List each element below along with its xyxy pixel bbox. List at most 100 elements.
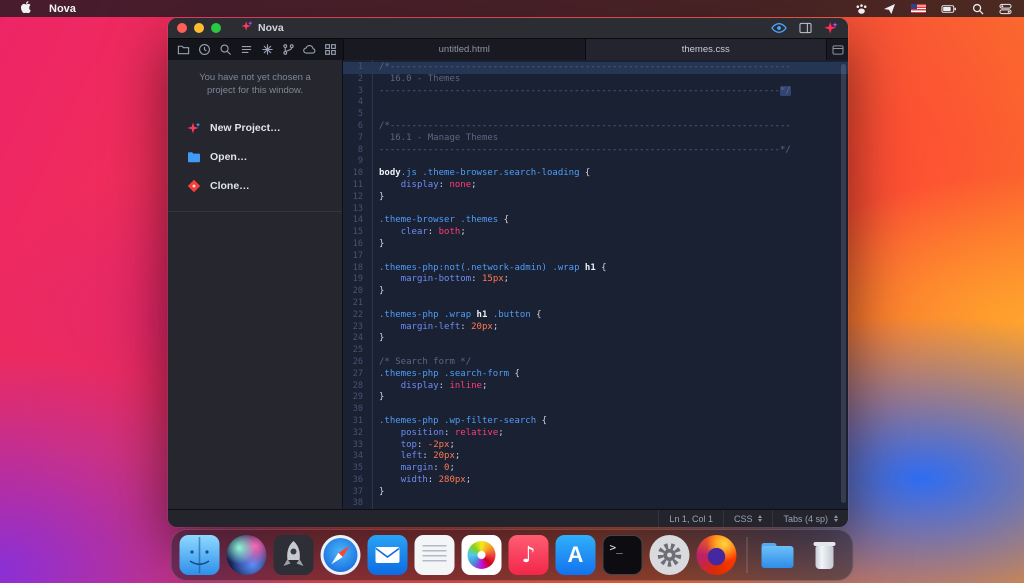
new-project-button[interactable]: New Project… — [168, 114, 342, 143]
dock-icon-siri[interactable] — [227, 535, 267, 575]
code-line[interactable]: 14 .theme-browser .themes { — [343, 215, 848, 227]
code-line[interactable]: 5 — [343, 109, 848, 121]
remote-icon[interactable] — [303, 43, 316, 56]
code-line[interactable]: 10 body.js .theme-browser.search-loading… — [343, 168, 848, 180]
dock-icon-music[interactable]: ♪ — [509, 535, 549, 575]
dock-icon-system-preferences[interactable] — [650, 535, 690, 575]
menu-item[interactable] — [247, 0, 265, 17]
clone-button[interactable]: Clone… — [168, 172, 342, 201]
dock-icon-terminal[interactable]: >_ — [603, 535, 643, 575]
menu-item[interactable] — [139, 0, 157, 17]
dock-icon-trash[interactable] — [805, 535, 845, 575]
files-icon[interactable] — [177, 43, 190, 56]
code-editor[interactable]: 1 /*------------------------------------… — [343, 60, 848, 509]
code-line[interactable]: 26 /* Search form */ — [343, 357, 848, 369]
code-line[interactable]: 27 .themes-php .search-form { — [343, 369, 848, 381]
reports-icon[interactable] — [240, 43, 253, 56]
panel-toggle-icon[interactable] — [799, 22, 812, 34]
code-line[interactable]: 17 — [343, 251, 848, 263]
dock-icon-app-store[interactable]: A — [556, 535, 596, 575]
code-line[interactable]: 18 .themes-php:not(.network-admin) .wrap… — [343, 263, 848, 275]
tab-untitled-html[interactable]: untitled.html — [343, 39, 585, 60]
indent-selector[interactable]: Tabs (4 sp) — [772, 510, 848, 527]
tasks-icon[interactable] — [261, 43, 274, 56]
code-line[interactable]: 13 — [343, 204, 848, 216]
menu-item[interactable] — [229, 0, 247, 17]
tab-themes-css[interactable]: themes.css — [585, 39, 827, 60]
code-line[interactable]: 2 16.0 - Themes — [343, 74, 848, 86]
code-line[interactable]: 34 left: 20px; — [343, 451, 848, 463]
code-line[interactable]: 12 } — [343, 192, 848, 204]
code-line[interactable]: 16 } — [343, 239, 848, 251]
menu-item[interactable] — [85, 0, 103, 17]
control-center-icon[interactable] — [999, 3, 1012, 15]
menu-item[interactable] — [193, 0, 211, 17]
code-line[interactable]: 23 margin-left: 20px; — [343, 322, 848, 334]
cursor-position[interactable]: Ln 1, Col 1 — [658, 510, 723, 527]
code-line[interactable]: 36 width: 280px; — [343, 475, 848, 487]
sidebar-toolbar — [168, 39, 343, 60]
code-line[interactable]: 20 } — [343, 286, 848, 298]
open-button[interactable]: Open… — [168, 143, 342, 172]
dock-icon-text-editor[interactable] — [415, 535, 455, 575]
code-line[interactable]: 3 --------------------------------------… — [343, 86, 848, 98]
dock-icon-safari[interactable] — [321, 535, 361, 575]
battery-icon[interactable] — [941, 4, 957, 14]
menu-item[interactable] — [103, 0, 121, 17]
code-line[interactable]: 1 /*------------------------------------… — [343, 62, 848, 74]
code-line[interactable]: 11 display: none; — [343, 180, 848, 192]
dock-icon-photos[interactable] — [462, 535, 502, 575]
paper-plane-icon[interactable] — [883, 3, 896, 15]
code-line[interactable]: 22 .themes-php .wrap h1 .button { — [343, 310, 848, 322]
code-line[interactable]: 21 — [343, 298, 848, 310]
code-line[interactable]: 25 — [343, 345, 848, 357]
search-icon[interactable] — [219, 43, 232, 56]
dock-icon-firefox[interactable] — [697, 535, 737, 575]
code-line[interactable]: 33 top: -2px; — [343, 440, 848, 452]
editor-scrollbar[interactable] — [841, 64, 846, 503]
spotlight-icon[interactable] — [972, 3, 984, 15]
code-text: width: 280px; — [370, 475, 471, 487]
code-line[interactable]: 37 } — [343, 487, 848, 499]
extensions-icon[interactable] — [324, 43, 337, 56]
menu-item[interactable] — [121, 0, 139, 17]
menu-item[interactable] — [211, 0, 229, 17]
code-line[interactable]: 35 margin: 0; — [343, 463, 848, 475]
preview-eye-icon[interactable] — [771, 22, 787, 34]
apple-menu[interactable] — [12, 0, 40, 17]
language-label: CSS — [734, 514, 753, 524]
close-button[interactable] — [177, 23, 187, 33]
code-line[interactable]: 6 /*------------------------------------… — [343, 121, 848, 133]
nova-sparkle-icon[interactable] — [824, 21, 838, 35]
code-line[interactable]: 15 clear: both; — [343, 227, 848, 239]
history-icon[interactable] — [198, 43, 211, 56]
dock-icon-finder[interactable] — [180, 535, 220, 575]
minimize-button[interactable] — [194, 23, 204, 33]
code-line[interactable]: 7 16.1 - Manage Themes — [343, 133, 848, 145]
dock-icon-mail[interactable] — [368, 535, 408, 575]
code-line[interactable]: 19 margin-bottom: 15px; — [343, 274, 848, 286]
code-line[interactable]: 24 } — [343, 333, 848, 345]
code-line[interactable]: 29 } — [343, 392, 848, 404]
code-line[interactable]: 30 — [343, 404, 848, 416]
dock-icon-downloads[interactable] — [758, 535, 798, 575]
editor-options-icon[interactable] — [826, 39, 848, 60]
menu-item[interactable] — [157, 0, 175, 17]
code-line[interactable]: 32 position: relative; — [343, 428, 848, 440]
code-line[interactable]: 28 display: inline; — [343, 381, 848, 393]
code-line[interactable]: 31 .themes-php .wp-filter-search { — [343, 416, 848, 428]
line-number: 30 — [343, 404, 370, 416]
title-bar[interactable]: Nova — [168, 18, 848, 38]
dock-icon-launchpad[interactable] — [274, 535, 314, 575]
code-line[interactable]: 9 — [343, 156, 848, 168]
code-line[interactable]: 8 --------------------------------------… — [343, 145, 848, 157]
menu-item[interactable] — [175, 0, 193, 17]
source-control-icon[interactable] — [282, 43, 295, 56]
paw-icon[interactable] — [855, 3, 868, 15]
code-line[interactable]: 4 — [343, 97, 848, 109]
menu-item-app[interactable]: Nova — [40, 0, 85, 17]
language-selector[interactable]: CSS — [723, 510, 773, 527]
zoom-button[interactable] — [211, 23, 221, 33]
code-line[interactable]: 38 — [343, 498, 848, 509]
us-flag-icon[interactable] — [911, 4, 926, 13]
